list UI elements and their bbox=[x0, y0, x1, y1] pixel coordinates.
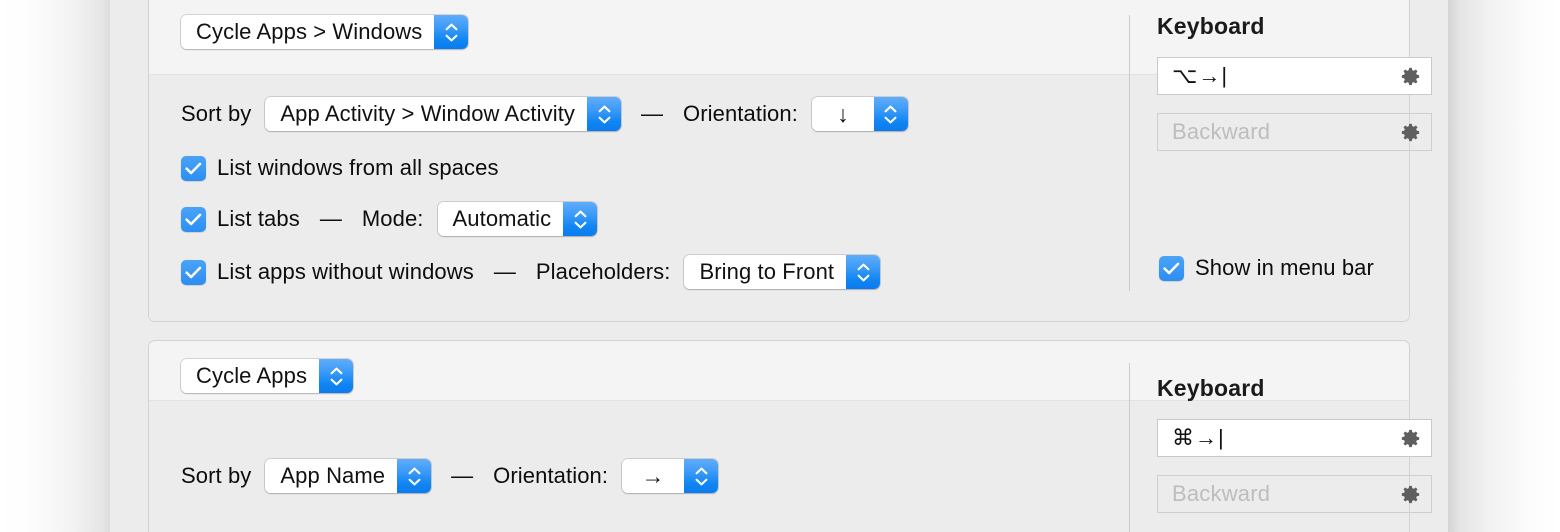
separator-dash-tabs: — bbox=[319, 206, 342, 231]
chevron-down-icon bbox=[857, 274, 870, 282]
chevron-up-icon bbox=[445, 23, 458, 31]
forward-shortcut-value-1: ⌥→| bbox=[1172, 63, 1229, 88]
panel-1-sort-row: Sort by App Activity > Window Activity — bbox=[181, 97, 908, 131]
forward-shortcut-value-2: ⌘→| bbox=[1172, 425, 1225, 450]
sort-by-select-1[interactable]: App Activity > Window Activity bbox=[265, 97, 622, 131]
cycle-mode-select-2-value: Cycle Apps bbox=[181, 359, 320, 393]
desktop-background: Cycle Apps > Windows Sort by App Activit… bbox=[0, 0, 1560, 532]
cycle-mode-stepper-1[interactable] bbox=[434, 15, 469, 49]
orientation-stepper-1[interactable] bbox=[873, 97, 908, 131]
tabs-mode-label: Mode: bbox=[361, 206, 424, 231]
placeholders-label: Placeholders: bbox=[535, 259, 671, 284]
cycle-mode-select-1-value: Cycle Apps > Windows bbox=[181, 15, 435, 49]
tabs-mode-select[interactable]: Automatic bbox=[437, 202, 598, 236]
placeholders-select[interactable]: Bring to Front bbox=[684, 255, 881, 289]
backward-shortcut-placeholder-1: Backward bbox=[1172, 119, 1271, 144]
list-apps-without-windows-checkbox[interactable] bbox=[181, 259, 206, 285]
chevron-down-icon bbox=[408, 478, 421, 486]
backward-shortcut-field-2[interactable]: Backward bbox=[1157, 475, 1432, 513]
sort-by-stepper-2[interactable] bbox=[397, 459, 432, 493]
panel-1-vertical-divider bbox=[1129, 15, 1130, 291]
sort-by-stepper-1[interactable] bbox=[587, 97, 622, 131]
chevron-up-icon bbox=[598, 105, 611, 113]
gear-icon[interactable] bbox=[1399, 483, 1422, 506]
cycle-mode-select-2[interactable]: Cycle Apps bbox=[181, 359, 354, 393]
chevron-up-icon bbox=[330, 367, 343, 375]
panel-2-sort-row: Sort by App Name — Orientation: → bbox=[181, 459, 719, 493]
separator-dash-placeholders: — bbox=[493, 259, 516, 284]
list-windows-all-spaces-row[interactable]: List windows from all spaces bbox=[181, 155, 499, 181]
orientation-stepper-2[interactable] bbox=[684, 459, 719, 493]
gear-icon[interactable] bbox=[1399, 121, 1422, 144]
window-right-shadow bbox=[1448, 0, 1560, 532]
forward-shortcut-field-1[interactable]: ⌥→| bbox=[1157, 57, 1432, 95]
arrow-down-icon: ↓ bbox=[811, 97, 874, 131]
sort-by-label-2: Sort by bbox=[181, 463, 252, 488]
list-windows-all-spaces-checkbox[interactable] bbox=[181, 155, 206, 181]
orientation-select-2[interactable]: → bbox=[622, 459, 719, 493]
panel-2-mode-row: Cycle Apps bbox=[181, 359, 354, 393]
chevron-down-icon bbox=[598, 116, 611, 124]
arrow-right-icon: → bbox=[622, 459, 685, 493]
sort-by-select-1-value: App Activity > Window Activity bbox=[265, 97, 588, 131]
sort-by-select-2-value: App Name bbox=[265, 459, 398, 493]
cycle-mode-select-1[interactable]: Cycle Apps > Windows bbox=[181, 15, 469, 49]
panel-2-vertical-divider bbox=[1129, 363, 1130, 532]
orientation-label-2: Orientation: bbox=[493, 463, 609, 488]
gear-icon[interactable] bbox=[1399, 427, 1422, 450]
list-tabs-row: List tabs — Mode: Automatic bbox=[181, 202, 598, 236]
shortcut-panel-1: Cycle Apps > Windows Sort by App Activit… bbox=[148, 0, 1432, 322]
tabs-mode-select-value: Automatic bbox=[437, 202, 564, 236]
chevron-down-icon bbox=[445, 34, 458, 42]
tabs-mode-stepper[interactable] bbox=[563, 202, 598, 236]
forward-shortcut-field-2[interactable]: ⌘→| bbox=[1157, 419, 1432, 457]
sort-by-select-2[interactable]: App Name bbox=[265, 459, 432, 493]
cycle-mode-stepper-2[interactable] bbox=[319, 359, 354, 393]
chevron-down-icon bbox=[884, 116, 897, 124]
chevron-up-icon bbox=[574, 210, 587, 218]
list-tabs-checkbox[interactable] bbox=[181, 206, 206, 232]
preferences-window: Cycle Apps > Windows Sort by App Activit… bbox=[110, 0, 1448, 532]
chevron-down-icon bbox=[695, 478, 708, 486]
window-left-shadow bbox=[0, 0, 110, 532]
list-apps-without-windows-row: List apps without windows — Placeholders… bbox=[181, 255, 881, 289]
chevron-up-icon bbox=[408, 467, 421, 475]
sort-by-label-1: Sort by bbox=[181, 101, 252, 126]
list-windows-all-spaces-label: List windows from all spaces bbox=[217, 155, 499, 180]
separator-dash-2: — bbox=[451, 463, 474, 488]
show-in-menu-bar-label: Show in menu bar bbox=[1195, 255, 1374, 280]
backward-shortcut-placeholder-2: Backward bbox=[1172, 481, 1271, 506]
list-tabs-label: List tabs bbox=[217, 206, 300, 231]
keyboard-title-2: Keyboard bbox=[1157, 375, 1265, 401]
placeholders-stepper[interactable] bbox=[846, 255, 881, 289]
keyboard-title-1: Keyboard bbox=[1157, 13, 1265, 39]
backward-shortcut-field-1[interactable]: Backward bbox=[1157, 113, 1432, 151]
separator-dash-1: — bbox=[641, 101, 664, 126]
chevron-up-icon bbox=[884, 105, 897, 113]
gear-icon[interactable] bbox=[1399, 65, 1422, 88]
chevron-up-icon bbox=[695, 467, 708, 475]
chevron-down-icon bbox=[330, 378, 343, 386]
show-in-menu-bar-row[interactable]: Show in menu bar bbox=[1159, 255, 1374, 281]
orientation-select-1[interactable]: ↓ bbox=[811, 97, 908, 131]
show-in-menu-bar-checkbox[interactable] bbox=[1159, 255, 1184, 281]
panel-1-mode-row: Cycle Apps > Windows bbox=[181, 15, 469, 49]
placeholders-select-value: Bring to Front bbox=[684, 255, 847, 289]
chevron-down-icon bbox=[574, 221, 587, 229]
shortcut-panel-2: Cycle Apps Sort by App Name — Orientatio… bbox=[148, 340, 1432, 532]
list-apps-without-windows-label: List apps without windows bbox=[217, 259, 474, 284]
orientation-label-1: Orientation: bbox=[683, 101, 798, 126]
chevron-up-icon bbox=[857, 263, 870, 271]
